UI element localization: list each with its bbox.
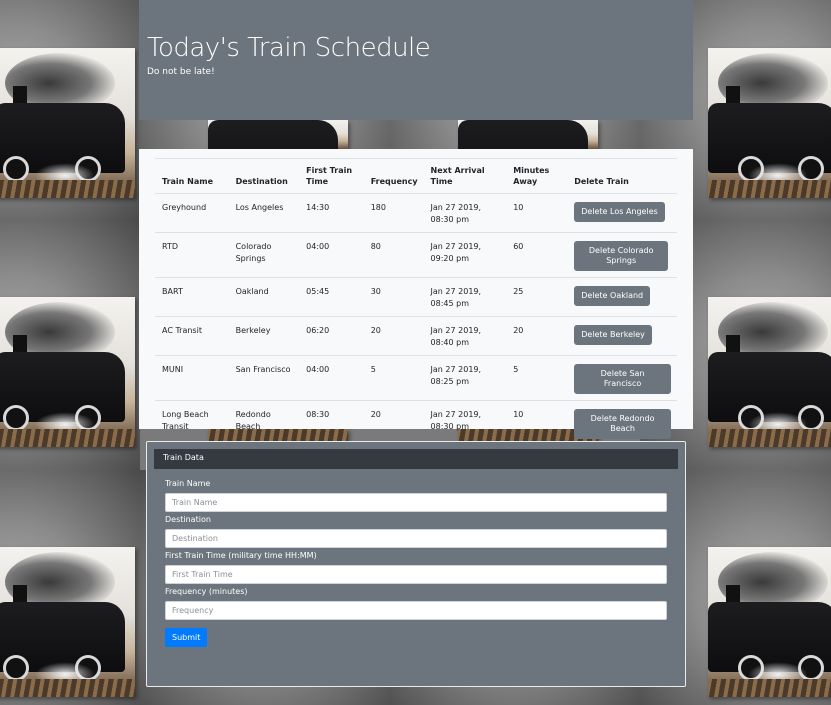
cell-destination: Redondo Beach xyxy=(228,400,300,446)
cell-delete: Delete Los Angeles xyxy=(567,193,677,233)
cell-destination: Colorado Springs xyxy=(228,232,300,278)
table-row: AC Transit Berkeley 06:20 20 Jan 27 2019… xyxy=(155,316,677,356)
cell-delete: Delete Oakland xyxy=(567,277,677,317)
table-row: MUNI San Francisco 04:00 5 Jan 27 2019, … xyxy=(155,355,677,401)
delete-colorado-springs-button[interactable]: Delete Colorado Springs xyxy=(574,241,669,271)
cell-frequency: 20 xyxy=(363,400,424,446)
cell-destination: Berkeley xyxy=(228,316,300,356)
cell-delete: Delete Colorado Springs xyxy=(567,232,677,278)
train-data-card: Train Data Train Name Destination First … xyxy=(146,441,686,687)
form-group-destination: Destination xyxy=(165,515,667,548)
cell-next-arrival: Jan 27 2019, 08:45 pm xyxy=(423,277,507,317)
column-header-delete-train: Delete Train xyxy=(567,158,677,194)
first-train-time-input[interactable] xyxy=(165,565,667,584)
cell-train-name: BART xyxy=(155,277,229,317)
table-row: RTD Colorado Springs 04:00 80 Jan 27 201… xyxy=(155,232,677,278)
cell-first-train-time: 05:45 xyxy=(299,277,364,317)
table-header-row: Train Name Destination First Train Time … xyxy=(155,158,677,194)
table-row: Long Beach Transit Redondo Beach 08:30 2… xyxy=(155,400,677,446)
cell-train-name: MUNI xyxy=(155,355,229,401)
train-photo xyxy=(708,48,831,198)
table-row: Greyhound Los Angeles 14:30 180 Jan 27 2… xyxy=(155,193,677,233)
card-header: Train Data xyxy=(154,449,678,469)
frequency-input[interactable] xyxy=(165,601,667,620)
train-name-input[interactable] xyxy=(165,493,667,512)
cell-minutes-away: 10 xyxy=(506,400,568,446)
cell-next-arrival: Jan 27 2019, 08:40 pm xyxy=(423,316,507,356)
first-train-time-label: First Train Time (military time HH:MM) xyxy=(165,551,317,560)
train-photo xyxy=(708,297,831,447)
destination-label: Destination xyxy=(165,515,211,524)
cell-frequency: 180 xyxy=(363,193,424,233)
column-header-destination: Destination xyxy=(228,158,300,194)
schedule-table: Train Name Destination First Train Time … xyxy=(155,158,677,446)
cell-destination: Los Angeles xyxy=(228,193,300,233)
cell-train-name: Greyhound xyxy=(155,193,229,233)
cell-next-arrival: Jan 27 2019, 09:20 pm xyxy=(423,232,507,278)
page-title: Today's Train Schedule xyxy=(147,33,431,63)
form-group-first-train-time: First Train Time (military time HH:MM) xyxy=(165,551,667,584)
schedule-table-card: Train Name Destination First Train Time … xyxy=(139,149,693,446)
cell-minutes-away: 60 xyxy=(506,232,568,278)
cell-delete: Delete Berkeley xyxy=(567,316,677,356)
cell-first-train-time: 08:30 xyxy=(299,400,364,446)
cell-frequency: 80 xyxy=(363,232,424,278)
train-photo xyxy=(208,120,348,150)
train-photo xyxy=(708,547,831,697)
cell-first-train-time: 04:00 xyxy=(299,355,364,401)
page-subtitle: Do not be late! xyxy=(147,67,215,77)
delete-oakland-button[interactable]: Delete Oakland xyxy=(574,286,651,306)
cell-first-train-time: 14:30 xyxy=(299,193,364,233)
destination-input[interactable] xyxy=(165,529,667,548)
train-form: Train Name Destination First Train Time … xyxy=(154,469,678,647)
train-photo xyxy=(458,120,598,150)
cell-delete: Delete Redondo Beach xyxy=(567,400,677,446)
column-header-train-name: Train Name xyxy=(155,158,229,194)
cell-first-train-time: 04:00 xyxy=(299,232,364,278)
cell-destination: Oakland xyxy=(228,277,300,317)
cell-train-name: Long Beach Transit xyxy=(155,400,229,446)
column-header-next-arrival: Next Arrival Time xyxy=(423,158,507,194)
cell-frequency: 30 xyxy=(363,277,424,317)
delete-san-francisco-button[interactable]: Delete San Francisco xyxy=(574,364,671,394)
cell-minutes-away: 25 xyxy=(506,277,568,317)
form-group-frequency: Frequency (minutes) xyxy=(165,587,667,620)
cell-train-name: AC Transit xyxy=(155,316,229,356)
cell-minutes-away: 10 xyxy=(506,193,568,233)
column-header-first-train-time: First Train Time xyxy=(299,158,364,194)
delete-redondo-beach-button[interactable]: Delete Redondo Beach xyxy=(574,409,671,439)
train-photo xyxy=(0,48,135,198)
delete-berkeley-button[interactable]: Delete Berkeley xyxy=(574,325,652,345)
delete-los-angeles-button[interactable]: Delete Los Angeles xyxy=(574,202,665,222)
cell-next-arrival: Jan 27 2019, 08:30 pm xyxy=(423,400,507,446)
train-photo xyxy=(0,547,135,697)
cell-minutes-away: 5 xyxy=(506,355,568,401)
cell-next-arrival: Jan 27 2019, 08:25 pm xyxy=(423,355,507,401)
submit-button[interactable]: Submit xyxy=(165,628,208,647)
table-row: BART Oakland 05:45 30 Jan 27 2019, 08:45… xyxy=(155,277,677,317)
cell-first-train-time: 06:20 xyxy=(299,316,364,356)
column-header-minutes-away: Minutes Away xyxy=(506,158,568,194)
train-name-label: Train Name xyxy=(165,479,211,488)
cell-minutes-away: 20 xyxy=(506,316,568,356)
page-header: Today's Train Schedule Do not be late! xyxy=(139,0,693,120)
cell-train-name: RTD xyxy=(155,232,229,278)
train-photo xyxy=(0,297,135,447)
column-header-frequency: Frequency xyxy=(363,158,424,194)
cell-delete: Delete San Francisco xyxy=(567,355,677,401)
cell-destination: San Francisco xyxy=(228,355,300,401)
cell-next-arrival: Jan 27 2019, 08:30 pm xyxy=(423,193,507,233)
form-group-train-name: Train Name xyxy=(165,479,667,512)
cell-frequency: 5 xyxy=(363,355,424,401)
cell-frequency: 20 xyxy=(363,316,424,356)
frequency-label: Frequency (minutes) xyxy=(165,587,248,596)
